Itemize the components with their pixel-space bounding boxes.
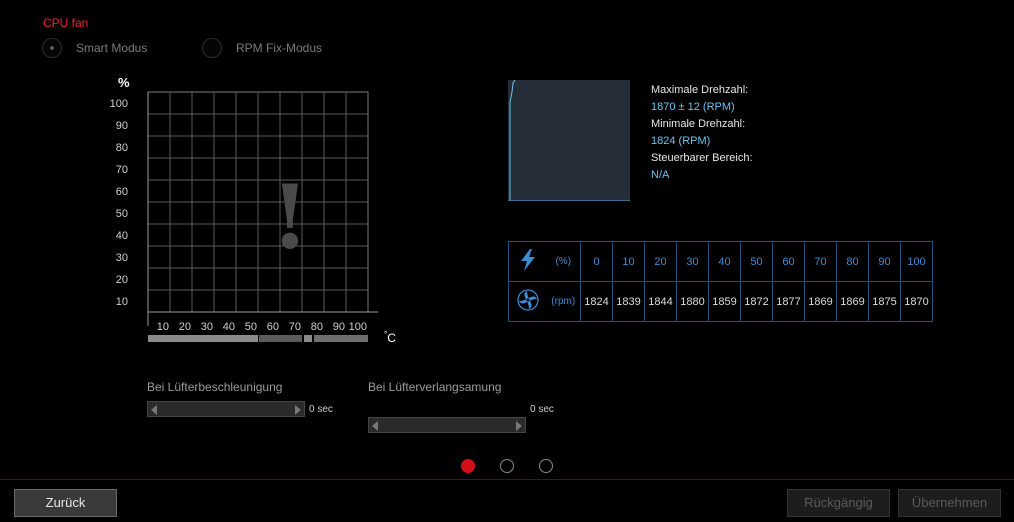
apply-button[interactable]: Übernehmen	[898, 489, 1001, 517]
percent-cell: 80	[836, 241, 869, 282]
rpm-unit: (rpm)	[546, 281, 581, 322]
accel-delay-slider[interactable]	[147, 401, 305, 417]
percent-cell: 100	[900, 241, 933, 282]
fan-curve-chart[interactable]: 100 90 80 70 60 50 40 30 20 10 10 20 30 40 50 60 70 80 90…	[100, 85, 390, 355]
rpm-cell: 1869	[836, 281, 869, 322]
y-tick-label: 70	[116, 164, 128, 176]
rpm-cell: 1870	[900, 281, 933, 322]
slider-right-arrow-icon[interactable]	[516, 421, 522, 431]
page-dot-1[interactable]	[461, 459, 475, 473]
percent-cell: 60	[772, 241, 805, 282]
y-tick-label: 10	[116, 296, 128, 308]
y-tick-label: 60	[116, 186, 128, 198]
rpm-info: Maximale Drehzahl: 1870 ± 12 (RPM) Minim…	[651, 82, 753, 184]
fan-icon	[508, 281, 547, 322]
radio-dot[interactable]	[202, 38, 222, 58]
radio-dot-selected[interactable]	[42, 38, 62, 58]
y-tick-label: 80	[116, 142, 128, 154]
rpm-cell: 1844	[644, 281, 677, 322]
x-tick-label: 30	[201, 321, 213, 333]
x-tick-label: 20	[179, 321, 191, 333]
percent-cell: 70	[804, 241, 837, 282]
chart-x-unit: °C	[384, 330, 396, 345]
decel-delay-label: Bei Lüfterverlangsamung	[368, 380, 502, 394]
rpm-cell: 1872	[740, 281, 773, 322]
decel-delay-slider[interactable]	[368, 417, 526, 433]
decel-delay-value: 0 sec	[530, 404, 554, 415]
table-row-rpm: (rpm) 1824 1839 1844 1880 1859 1872 1877 1869 18…	[508, 281, 933, 322]
y-tick-label: 90	[116, 120, 128, 132]
rpm-graph	[508, 80, 630, 201]
y-tick-label: 50	[116, 208, 128, 220]
x-tick-label: 90	[333, 321, 345, 333]
accel-delay-label: Bei Lüfterbeschleunigung	[147, 380, 283, 394]
y-tick-label: 100	[110, 98, 128, 110]
slider-right-arrow-icon[interactable]	[295, 405, 301, 415]
temperature-bar	[148, 335, 368, 342]
x-tick-label: 50	[245, 321, 257, 333]
radio-rpm-fix-mode-label: RPM Fix-Modus	[236, 41, 323, 55]
percent-cell: 20	[644, 241, 677, 282]
percent-cell: 30	[676, 241, 709, 282]
percent-cell: 40	[708, 241, 741, 282]
x-tick-label: 100	[349, 321, 367, 333]
x-tick-label: 40	[223, 321, 235, 333]
rpm-cell: 1880	[676, 281, 709, 322]
percent-unit: (%)	[546, 241, 581, 282]
min-speed-value: 1824 (RPM)	[651, 135, 711, 147]
lightning-icon	[508, 241, 547, 282]
fan-speed-table: (%) 0 10 20 30 40 50 60 70 80 90 100 (rpm) 1824 183…	[508, 241, 933, 322]
rpm-cell: 1877	[772, 281, 805, 322]
controllable-range-label: Steuerbarer Bereich:	[651, 152, 753, 164]
radio-rpm-fix-mode[interactable]: RPM Fix-Modus	[202, 38, 322, 58]
max-speed-value: 1870 ± 12 (RPM)	[651, 101, 735, 113]
y-tick-label: 30	[116, 252, 128, 264]
warning-icon: !	[271, 165, 310, 269]
max-speed-label: Maximale Drehzahl:	[651, 84, 749, 96]
page-dot-3[interactable]	[539, 459, 553, 473]
percent-cell: 10	[612, 241, 645, 282]
y-tick-label: 40	[116, 230, 128, 242]
rpm-cell: 1839	[612, 281, 645, 322]
rpm-cell: 1859	[708, 281, 741, 322]
table-row-percent: (%) 0 10 20 30 40 50 60 70 80 90 100	[508, 241, 933, 282]
rpm-cell: 1869	[804, 281, 837, 322]
rpm-cell: 1824	[580, 281, 613, 322]
footer-divider	[0, 479, 1014, 480]
page-dot-2[interactable]	[500, 459, 514, 473]
slider-left-arrow-icon[interactable]	[372, 421, 378, 431]
min-speed-label: Minimale Drehzahl:	[651, 118, 746, 130]
undo-button[interactable]: Rückgängig	[787, 489, 890, 517]
slider-left-arrow-icon[interactable]	[151, 405, 157, 415]
radio-smart-mode-label: Smart Modus	[76, 41, 148, 55]
x-tick-label: 70	[289, 321, 301, 333]
percent-cell: 50	[740, 241, 773, 282]
x-tick-label: 10	[157, 321, 169, 333]
radio-smart-mode[interactable]: Smart Modus	[42, 38, 147, 58]
percent-cell: 0	[580, 241, 613, 282]
x-tick-label: 80	[311, 321, 323, 333]
rpm-cell: 1875	[868, 281, 901, 322]
back-button[interactable]: Zurück	[14, 489, 117, 517]
y-tick-label: 20	[116, 274, 128, 286]
x-tick-label: 60	[267, 321, 279, 333]
accel-delay-value: 0 sec	[309, 404, 333, 415]
rpm-line	[509, 80, 516, 200]
page-title: CPU fan	[43, 16, 89, 30]
controllable-range-value: N/A	[651, 169, 670, 181]
percent-cell: 90	[868, 241, 901, 282]
